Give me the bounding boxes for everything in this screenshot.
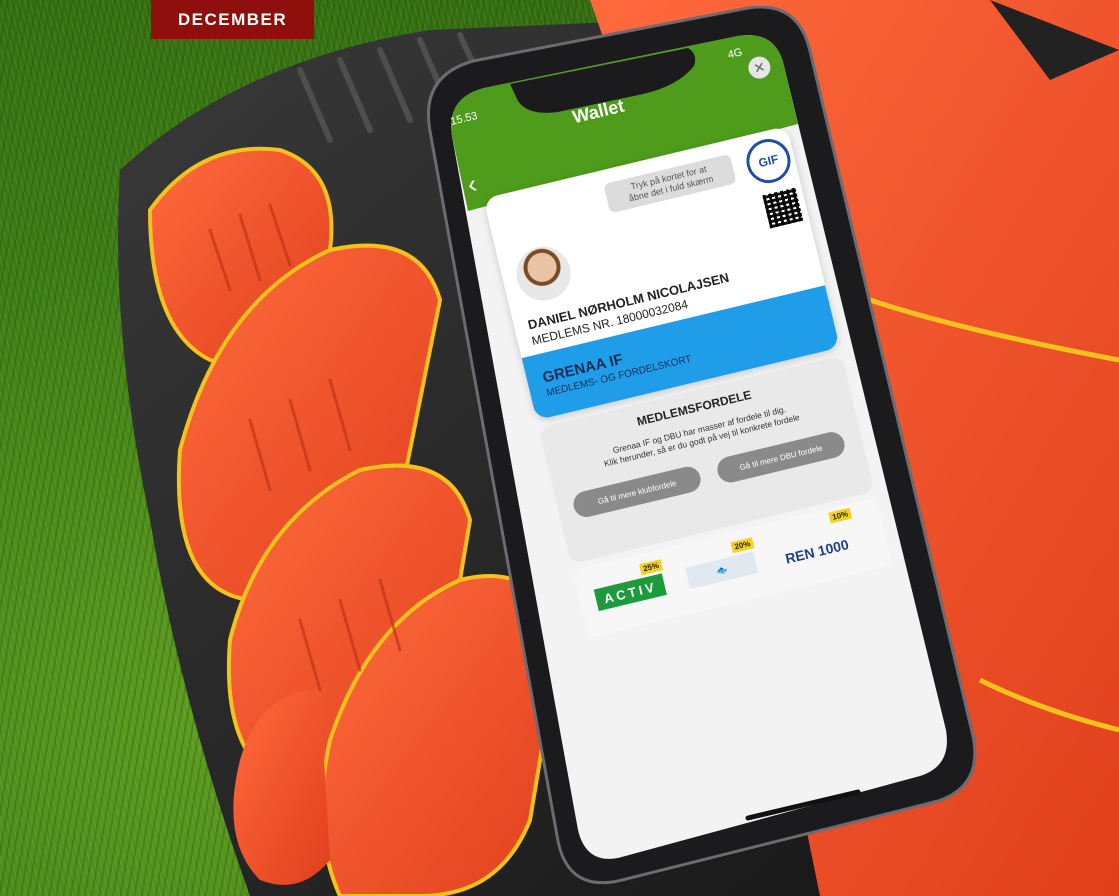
partner-activ-label: ACTIV xyxy=(602,578,659,606)
partner-activ[interactable]: ACTIV xyxy=(593,573,667,612)
card-hint-tooltip: Tryk på kortet for at åbne det i fuld sk… xyxy=(603,153,737,214)
close-icon: ✕ xyxy=(751,57,767,77)
close-button[interactable]: ✕ xyxy=(746,54,773,81)
partner-ren1000[interactable]: REN 1000 xyxy=(776,519,854,571)
partner-ren1000-badge: 10% xyxy=(828,507,853,524)
fish-icon: 🐟 xyxy=(714,563,729,576)
grass-background: 15.53 4G ‹ Wallet ✕ Tryk på kortet for a… xyxy=(0,0,1119,896)
month-banner: DECEMBER xyxy=(151,0,314,39)
network-indicator: 4G xyxy=(726,46,744,62)
partner-travel[interactable]: 🐟 xyxy=(685,551,759,590)
qr-code-icon xyxy=(762,187,804,229)
avatar xyxy=(510,241,577,307)
club-logo: GIF xyxy=(741,134,795,188)
club-logo-text: GIF xyxy=(757,151,780,171)
partner-ren1000-label: REN 1000 xyxy=(783,536,851,567)
